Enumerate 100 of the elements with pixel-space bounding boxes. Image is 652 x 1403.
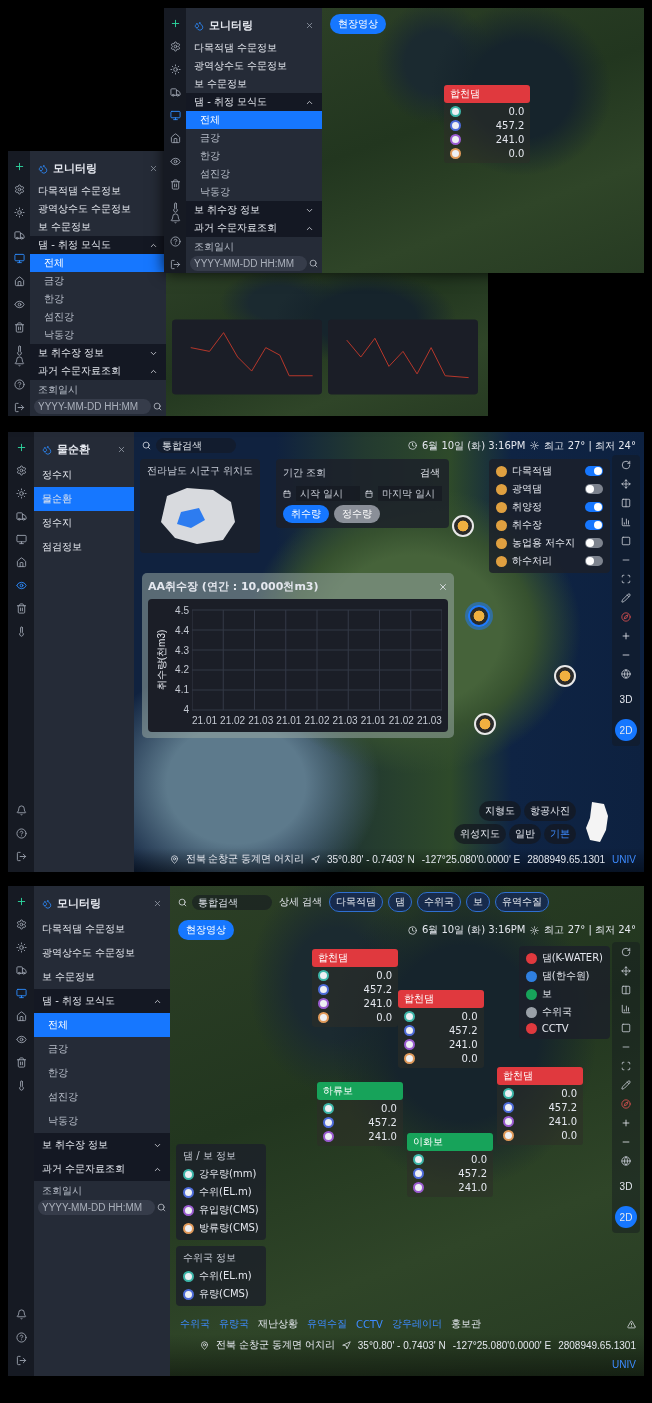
move-icon[interactable] <box>621 479 631 489</box>
layer-switch[interactable] <box>585 466 603 476</box>
search-button[interactable]: 검색 <box>418 464 442 482</box>
submenu-item[interactable]: 전체 <box>34 1013 170 1037</box>
station-card[interactable]: 이화보 0.0 457.2 241.0 <box>407 1133 493 1198</box>
settings-icon[interactable] <box>13 184 25 195</box>
search-icon[interactable] <box>153 402 162 411</box>
date-field[interactable]: 마지막 일시 <box>378 486 442 501</box>
columns-icon[interactable] <box>621 498 631 508</box>
close-icon[interactable] <box>117 445 126 454</box>
house-icon[interactable] <box>13 276 25 287</box>
menu-group[interactable]: 과거 수문자료조회 <box>186 219 322 237</box>
layer-tab[interactable]: 홍보관 <box>448 1316 483 1332</box>
menu-item[interactable]: 다목적댐 수문정보 <box>186 39 322 57</box>
truck-icon[interactable] <box>169 87 181 98</box>
satellite-map[interactable] <box>134 432 644 872</box>
submenu-item[interactable]: 한강 <box>186 147 322 165</box>
submenu-item[interactable]: 낙동강 <box>186 183 322 201</box>
mode-button[interactable]: 취수량 <box>283 505 329 523</box>
house-icon[interactable] <box>169 133 181 144</box>
menu-item[interactable]: 다목적댐 수문정보 <box>30 182 166 200</box>
trash-icon[interactable] <box>15 1057 27 1068</box>
monitor-icon[interactable] <box>169 110 181 121</box>
filter-chip[interactable]: 댐 <box>388 892 413 912</box>
date-field[interactable]: YYYY-MM-DD HH:MM <box>38 1200 155 1215</box>
help-icon[interactable] <box>13 379 25 390</box>
submenu-item[interactable]: 금강 <box>186 129 322 147</box>
filter-chip[interactable]: 유역수질 <box>495 892 550 912</box>
live-video-button[interactable]: 현장영상 <box>330 14 386 34</box>
submenu-item[interactable]: 한강 <box>34 1061 170 1085</box>
filter-chip[interactable]: 다목적댐 <box>329 892 384 912</box>
close-icon[interactable] <box>305 21 314 30</box>
globe-icon[interactable] <box>621 1156 631 1166</box>
satellite-map[interactable]: 현장영상 합천댐 0.0 457.2 241.0 0.0 <box>322 8 644 273</box>
trash-icon[interactable] <box>15 603 27 614</box>
settings-icon[interactable] <box>169 41 181 52</box>
plus-icon[interactable] <box>15 442 27 453</box>
layer-switch[interactable] <box>585 556 603 566</box>
rotate-icon[interactable] <box>621 460 631 470</box>
basemap-button[interactable]: 지형도 <box>479 801 521 821</box>
sun-icon[interactable] <box>169 64 181 75</box>
help-icon[interactable] <box>169 236 181 247</box>
submenu-item[interactable]: 섬진강 <box>34 1085 170 1109</box>
chart-icon[interactable] <box>621 1004 631 1014</box>
submenu-item[interactable]: 한강 <box>30 290 166 308</box>
columns-icon[interactable] <box>621 985 631 995</box>
menu-item[interactable]: 보 수문정보 <box>186 75 322 93</box>
station-card[interactable]: 합천댐 0.0 457.2 241.0 0.0 <box>397 989 484 1068</box>
submenu-item[interactable]: 금강 <box>30 272 166 290</box>
layer-switch[interactable] <box>585 502 603 512</box>
truck-icon[interactable] <box>15 511 27 522</box>
scan-icon[interactable] <box>621 1061 631 1071</box>
menu-group[interactable]: 보 취수장 정보 <box>186 201 322 219</box>
submenu-item[interactable]: 전체 <box>186 111 322 129</box>
menu-item[interactable]: 광역상수도 수문정보 <box>34 941 170 965</box>
menu-item[interactable]: 물순환 <box>34 487 134 511</box>
layer-switch[interactable] <box>585 484 603 494</box>
menu-item[interactable]: 광역상수도 수문정보 <box>186 57 322 75</box>
submenu-item[interactable]: 섬진강 <box>30 308 166 326</box>
close-icon[interactable] <box>438 581 448 592</box>
basemap-button[interactable]: 기본 <box>544 824 576 844</box>
submenu-item[interactable]: 전체 <box>30 254 166 272</box>
submenu-item[interactable]: 낙동강 <box>30 326 166 344</box>
trash-icon[interactable] <box>13 322 25 333</box>
zoom-in-icon[interactable] <box>621 631 631 641</box>
menu-group[interactable]: 댐 - 취정 모식도 <box>186 93 322 111</box>
scan-icon[interactable] <box>621 574 631 584</box>
plus-icon[interactable] <box>13 161 25 172</box>
monitor-icon[interactable] <box>15 534 27 545</box>
settings-icon[interactable] <box>15 465 27 476</box>
logout-icon[interactable] <box>15 851 27 862</box>
station-card[interactable]: 하류보 0.0 457.2 241.0 <box>316 1081 403 1146</box>
menu-item[interactable]: 점검정보 <box>34 535 134 559</box>
menu-item[interactable]: 다목적댐 수문정보 <box>34 917 170 941</box>
menu-group[interactable]: 보 취수장 정보 <box>30 344 166 362</box>
filter-chip[interactable]: 보 <box>466 892 491 912</box>
menu-group[interactable]: 댐 - 취정 모식도 <box>30 236 166 254</box>
sun-icon[interactable] <box>15 488 27 499</box>
bell-icon[interactable] <box>13 356 25 367</box>
filter-chip[interactable]: 수위국 <box>417 892 462 912</box>
station-card[interactable]: 합천댐 0.0 457.2 241.0 0.0 <box>444 84 531 163</box>
pencil-icon[interactable] <box>621 593 631 603</box>
date-field[interactable]: YYYY-MM-DD HH:MM <box>34 399 151 414</box>
basemap-button[interactable]: 항공사진 <box>524 801 576 821</box>
layer-switch[interactable] <box>585 538 603 548</box>
date-field[interactable]: YYYY-MM-DD HH:MM <box>190 256 307 271</box>
menu-item[interactable]: 정수지 <box>34 511 134 535</box>
pencil-icon[interactable] <box>621 1080 631 1090</box>
bell-icon[interactable] <box>15 1309 27 1320</box>
basemap-button[interactable]: 일반 <box>509 824 541 844</box>
bell-icon[interactable] <box>169 213 181 224</box>
truck-icon[interactable] <box>15 965 27 976</box>
sun-icon[interactable] <box>15 942 27 953</box>
view-mode-button[interactable]: 3D <box>615 1175 637 1197</box>
submenu-item[interactable]: 낙동강 <box>34 1109 170 1133</box>
search-field[interactable]: 통합검색 <box>156 438 236 453</box>
logout-icon[interactable] <box>169 259 181 270</box>
plus-icon[interactable] <box>169 18 181 29</box>
close-icon[interactable] <box>149 164 158 173</box>
dam-marker[interactable] <box>468 605 490 627</box>
